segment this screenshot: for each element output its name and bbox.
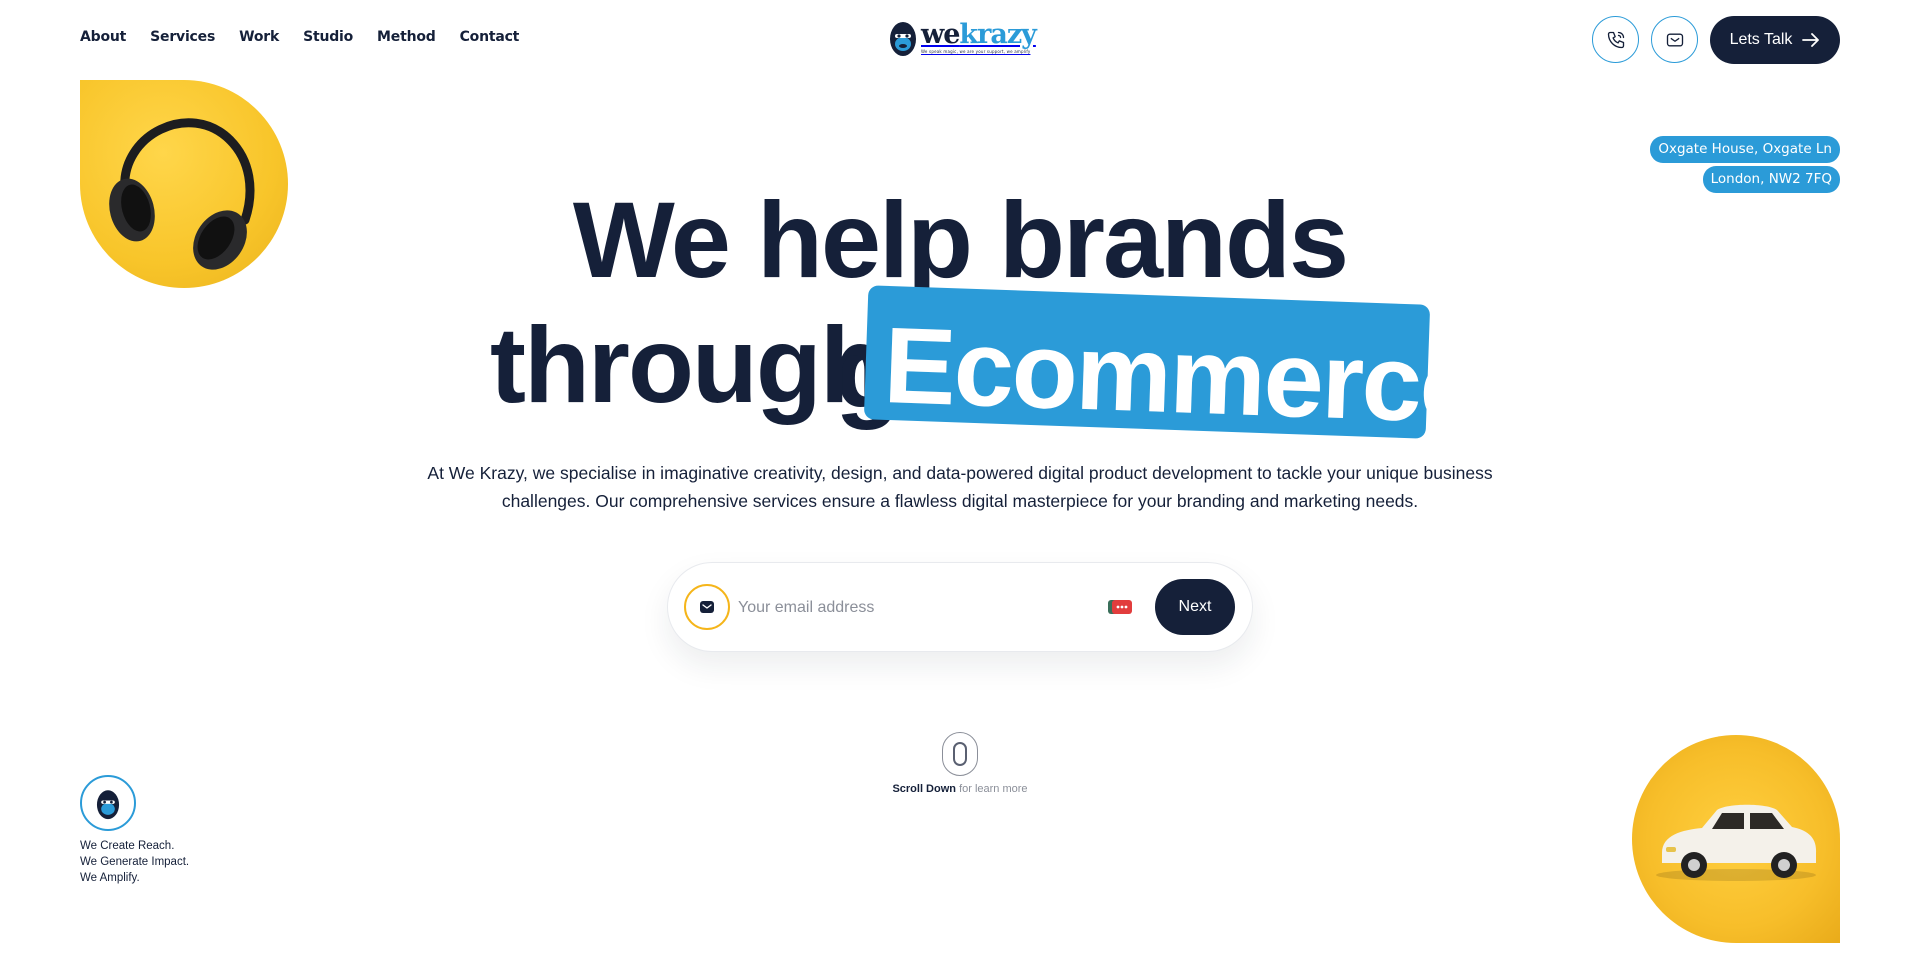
site-logo[interactable]: wekrazy We speak magic, we are your supp… <box>889 17 1037 57</box>
toy-car-image <box>1632 735 1840 943</box>
scroll-hint-rest: for learn more <box>959 783 1028 795</box>
scroll-indicator[interactable]: Scroll Down for learn more <box>860 732 1060 795</box>
nav-work-link[interactable]: Work <box>239 29 279 45</box>
gorilla-logo-icon <box>890 22 916 56</box>
nav-method-link[interactable]: Method <box>377 29 436 45</box>
hero-heading-line-2: through <box>490 304 886 425</box>
lets-talk-label: Lets Talk <box>1729 31 1793 48</box>
scroll-hint-bold: Scroll Down <box>892 783 956 795</box>
logo-tagline: We speak magic, we are your support, we … <box>921 48 1031 54</box>
nav-studio-link[interactable]: Studio <box>303 29 353 45</box>
gorilla-badge <box>80 775 136 831</box>
arrow-right-icon <box>1802 33 1820 47</box>
envelope-icon <box>700 601 714 613</box>
gorilla-icon <box>96 790 120 820</box>
nav-about-link[interactable]: About <box>80 29 126 45</box>
hero-highlight-word: Ecommerce <box>881 304 1481 446</box>
scroll-hint: Scroll Down for learn more <box>860 783 1060 795</box>
address-line-2: London, NW2 7FQ <box>1702 166 1840 193</box>
tagline: We Create Reach. We Generate Impact. We … <box>80 838 189 886</box>
email-button[interactable] <box>1651 16 1698 63</box>
email-signup-form: Next <box>667 562 1253 652</box>
email-field-icon-wrap <box>684 584 730 630</box>
toy-car-illustration <box>1656 804 1817 881</box>
phone-button[interactable] <box>1592 16 1639 63</box>
address-badges: Oxgate House, Oxgate Ln London, NW2 7FQ <box>1650 136 1840 193</box>
lets-talk-button[interactable]: Lets Talk <box>1710 16 1840 64</box>
headphones-image <box>80 80 288 288</box>
logo-wordmark: wekrazy <box>921 18 1037 50</box>
phone-icon <box>1607 31 1624 48</box>
headphones-illustration <box>109 118 255 270</box>
tagline-line-2: We Generate Impact. <box>80 856 190 868</box>
next-button[interactable]: Next <box>1155 579 1235 635</box>
tagline-line-3: We Amplify. <box>80 872 140 884</box>
email-input[interactable] <box>738 591 1098 625</box>
mail-icon <box>1666 33 1683 46</box>
tagline-line-1: We Create Reach. <box>80 840 175 852</box>
mouse-wheel <box>953 742 967 766</box>
intro-line-1: At We Krazy, we specialise in imaginativ… <box>427 463 1493 483</box>
password-manager-icon[interactable] <box>1108 597 1132 617</box>
nav-contact-link[interactable]: Contact <box>460 29 520 45</box>
mouse-icon <box>942 732 978 776</box>
intro-line-2: challenges. Our comprehensive services e… <box>501 491 1419 511</box>
hero-intro-text: At We Krazy, we specialise in imaginativ… <box>400 459 1520 515</box>
main-nav: About Services Work Studio Method Contac… <box>80 29 543 45</box>
address-line-1: Oxgate House, Oxgate Ln <box>1650 136 1840 163</box>
nav-services-link[interactable]: Services <box>150 29 215 45</box>
